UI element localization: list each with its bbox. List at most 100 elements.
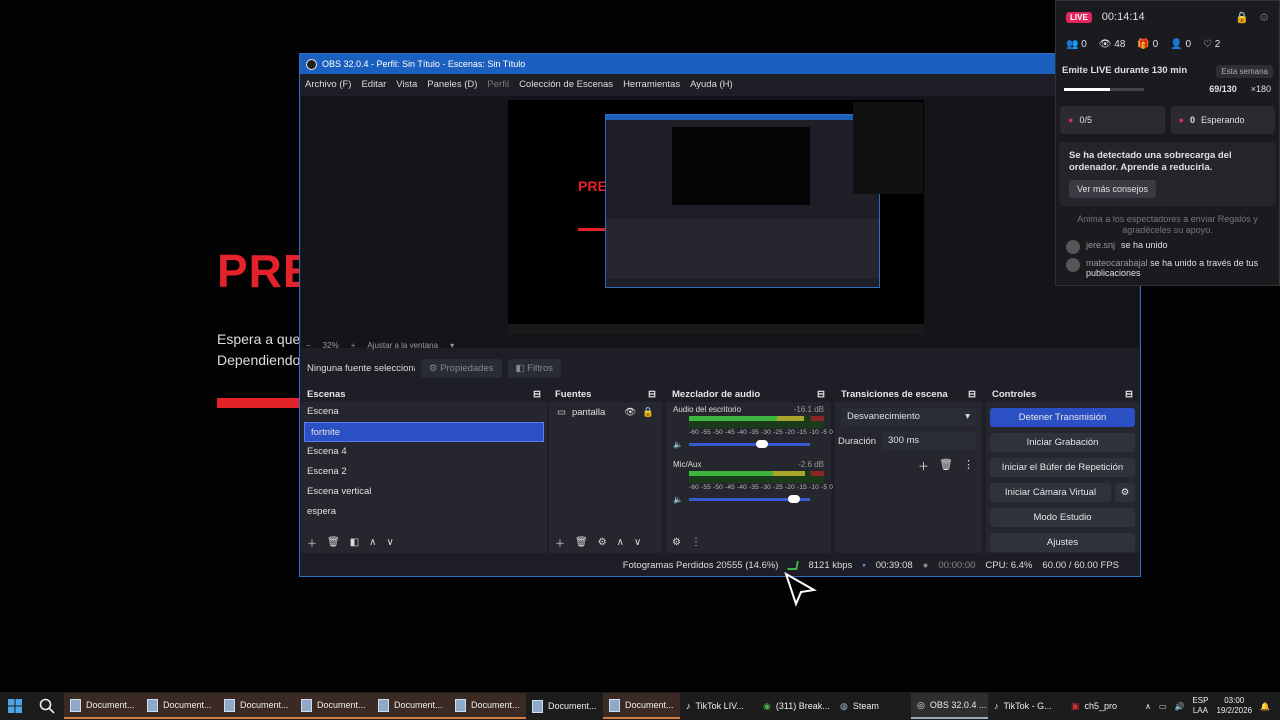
lock-icon[interactable]: 🔒 [1235,11,1249,24]
chevron-down-icon[interactable]: ▾ [450,341,454,350]
taskbar-document[interactable]: Document... [449,693,526,719]
status-bar: Fotogramas Perdidos 20555 (14.6%) 8121 k… [301,554,1139,576]
chevron-up-icon[interactable]: ∧ [1145,702,1151,711]
fit-window-dropdown[interactable]: Ajustar a la ventana [367,341,438,350]
more-tips-button[interactable]: Ver más consejos [1069,180,1157,198]
goal-reward: ×180 [1250,84,1271,94]
taskbar-document[interactable]: Document... [64,693,141,719]
preview-nested-obs [605,114,880,288]
settings-button[interactable]: Ajustes [990,533,1135,552]
start-recording-button[interactable]: Iniciar Grabación [990,433,1135,452]
obs-window[interactable]: OBS 32.0.4 - Perfil: Sin Título - Escena… [299,53,1141,577]
network-icon[interactable]: ▭ [1159,702,1167,711]
sources-dock: Fuentes ⊟ ▭ pantalla 👁 🔒 ＋ 🗑 ⚙ ∧ ∨ [549,386,662,553]
notification-icon[interactable]: 🔔 [1260,702,1270,711]
filter-scene-icon[interactable]: ◧ [350,537,359,548]
speaker-icon[interactable]: 🔈 [673,440,683,449]
taskbar-document[interactable]: Document... [372,693,449,719]
avatar [1066,258,1080,272]
taskbar-document[interactable]: Document... [603,693,680,719]
move-up-icon[interactable]: ∧ [369,537,376,548]
source-item[interactable]: ▭ pantalla 👁 🔒 [549,402,662,423]
remove-transition-icon[interactable]: 🗑 [939,458,953,474]
windows-start-icon[interactable] [0,699,30,713]
settings-icon[interactable]: ⚙ [1259,11,1269,24]
volume-icon[interactable]: 🔊 [1174,702,1184,711]
move-down-icon[interactable]: ∨ [634,537,641,548]
scene-item[interactable]: Escena vertical [301,482,547,502]
menu-herramientas[interactable]: Herramientas [623,79,680,90]
filters-button[interactable]: ◧ Filtros [507,358,562,378]
menu-archivo[interactable]: Archivo (F) [305,79,351,90]
transition-value: Desvanecimiento [847,411,920,422]
waiting-box[interactable]: ● 0 Esperando [1170,106,1275,134]
join-user[interactable]: jere.snj [1086,240,1115,250]
mixer-channel-desktop: Audio del escritorio -16.1 dB -60 -55 -50… [666,402,833,449]
remove-scene-icon[interactable]: 🗑 [327,537,340,548]
menu-vista[interactable]: Vista [396,79,417,90]
tiktok-live-panel[interactable]: LIVE 00:14:14 🔒 ⚙ 👥 0 👁 48 🎁 0 👤 0 ♡ 2 E… [1055,0,1280,286]
stream-preview[interactable]: PRE [508,100,924,334]
taskbar-chrome[interactable]: ◉ (311) Break... [757,693,834,719]
scene-item[interactable]: Escena 2 [301,462,547,482]
add-transition-icon[interactable]: ＋ [918,458,929,474]
move-up-icon[interactable]: ∧ [617,537,624,548]
replay-buffer-button[interactable]: Iniciar el Búfer de Repetición [990,458,1135,477]
lock-icon[interactable]: 🔒 [642,407,654,418]
taskbar-ch5[interactable]: ▣ ch5_pro [1065,693,1142,719]
gear-icon[interactable]: ⚙ [598,537,607,548]
transition-select[interactable]: Desvanecimiento ▾ [841,408,976,426]
virtual-camera-button[interactable]: Iniciar Cámara Virtual [990,483,1111,502]
goal-progress-bar [1064,87,1144,91]
more-icon[interactable]: ⋮ [691,537,701,548]
zoom-in-icon[interactable]: + [351,341,356,350]
menu-editar[interactable]: Editar [361,79,386,90]
preview-area[interactable]: PRE [301,96,1139,348]
dock-menu-icon[interactable]: ⊟ [817,389,825,400]
menu-paneles[interactable]: Paneles (D) [427,79,477,90]
clock[interactable]: 03:00 19/2/2026 [1216,696,1252,716]
menu-coleccion[interactable]: Colección de Escenas [519,79,613,90]
remove-source-icon[interactable]: 🗑 [575,537,588,548]
audio-settings-icon[interactable]: ⚙ [672,537,681,548]
dock-menu-icon[interactable]: ⊟ [648,389,656,400]
add-scene-icon[interactable]: ＋ [307,535,317,550]
volume-slider[interactable] [688,439,810,448]
dock-menu-icon[interactable]: ⊟ [1125,389,1133,400]
taskbar-document[interactable]: Document... [218,693,295,719]
search-icon[interactable] [30,698,64,714]
taskbar-tiktok-browser[interactable]: ♪ TikTok - G... [988,693,1065,719]
properties-button[interactable]: ⚙ Propiedades [421,358,502,378]
add-source-icon[interactable]: ＋ [555,535,565,550]
stop-stream-button[interactable]: Detener Transmisión [990,408,1135,427]
volume-slider[interactable] [688,494,810,503]
taskbar-document[interactable]: Document... [526,693,603,719]
more-icon[interactable]: ⋮ [963,458,974,474]
gear-icon[interactable]: ⚙ [1115,483,1135,502]
language-indicator[interactable]: ESP LAA [1192,696,1208,716]
zoom-out-icon[interactable]: − [306,341,311,350]
stat-value: 0 [1185,38,1191,50]
slot-box[interactable]: ● 0/5 [1060,106,1165,134]
scene-item[interactable]: Escena 4 [301,442,547,462]
taskbar-obs[interactable]: ◎ OBS 32.0.4 ... [911,693,988,719]
menu-ayuda[interactable]: Ayuda (H) [690,79,733,90]
dock-menu-icon[interactable]: ⊟ [968,389,976,400]
move-down-icon[interactable]: ∨ [386,537,393,548]
studio-mode-button[interactable]: Modo Estudio [990,508,1135,527]
speaker-icon[interactable]: 🔈 [673,495,683,504]
scene-item[interactable]: Escena [301,402,547,422]
taskbar-document[interactable]: Document... [141,693,218,719]
eye-icon[interactable]: 👁 [624,407,636,418]
audio-meter [689,416,824,428]
scene-item[interactable]: espera [301,502,547,522]
taskbar-tiktok-live[interactable]: ♪ TikTok LIV... [680,693,757,719]
obs-titlebar[interactable]: OBS 32.0.4 - Perfil: Sin Título - Escena… [300,54,1140,74]
duration-input[interactable]: 300 ms [882,432,976,450]
taskbar-steam[interactable]: ◍ Steam [834,693,911,719]
join-user[interactable]: mateocarabajal [1086,258,1148,268]
taskbar-document[interactable]: Document... [295,693,372,719]
menu-perfil[interactable]: Perfil [487,79,509,90]
scene-item-selected[interactable]: fortnite [304,422,544,442]
dock-menu-icon[interactable]: ⊟ [533,389,541,400]
